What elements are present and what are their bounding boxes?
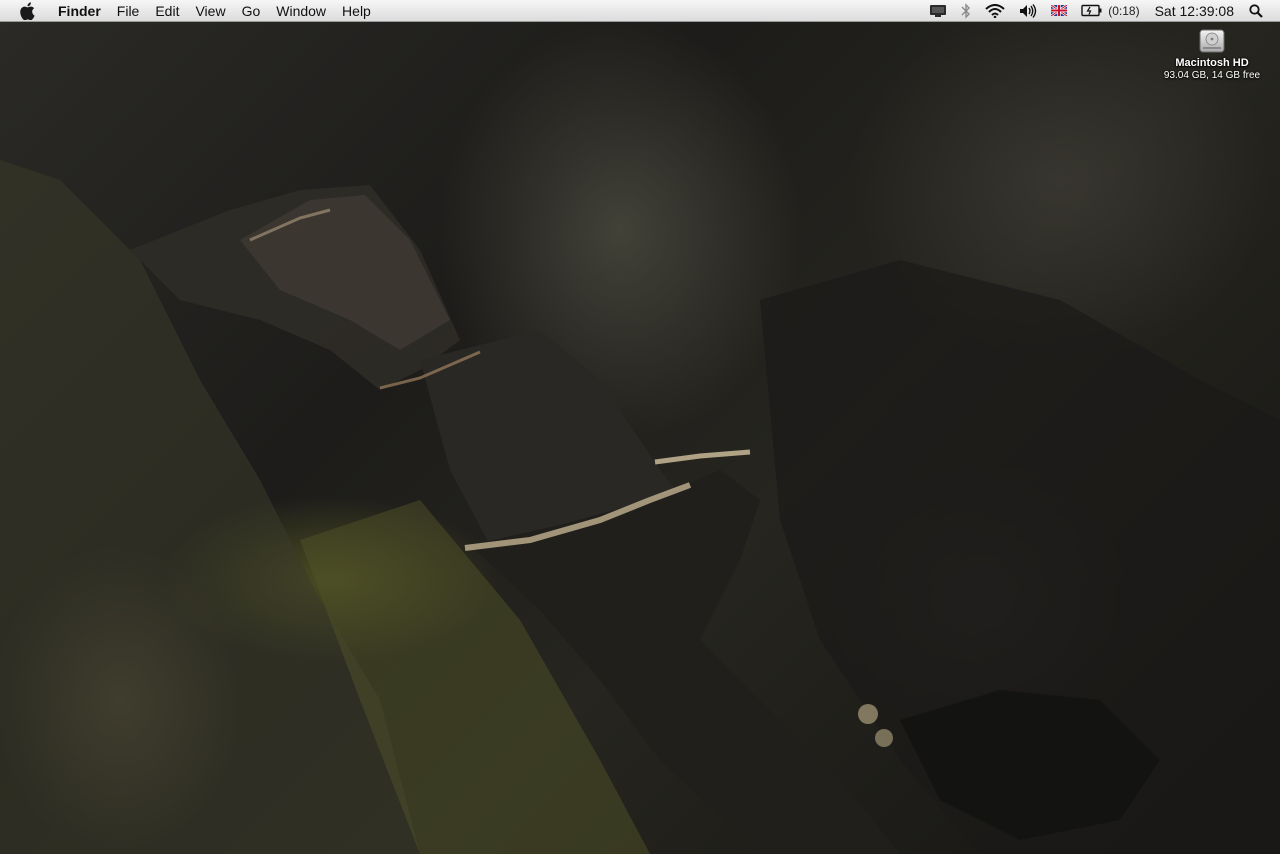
menu-file[interactable]: File [109, 0, 148, 22]
menu-window[interactable]: Window [268, 0, 334, 22]
hard-drive-icon [1197, 28, 1227, 54]
spotlight-icon[interactable] [1242, 0, 1270, 22]
menu-app-name[interactable]: Finder [50, 0, 109, 22]
volume-icon[interactable] [1012, 0, 1044, 22]
battery-icon[interactable]: (0:18) [1074, 0, 1146, 22]
menu-clock[interactable]: Sat 12:39:08 [1147, 3, 1242, 19]
desktop-drive-macintosh-hd[interactable]: Macintosh HD 93.04 GB, 14 GB free [1160, 28, 1264, 81]
menu-view[interactable]: View [187, 0, 233, 22]
menu-edit[interactable]: Edit [147, 0, 187, 22]
wifi-icon[interactable] [978, 0, 1012, 22]
menu-go[interactable]: Go [234, 0, 269, 22]
menu-help[interactable]: Help [334, 0, 379, 22]
wallpaper-rock-image [0, 160, 1280, 854]
battery-time: (0:18) [1108, 3, 1140, 18]
drive-info: 93.04 GB, 14 GB free [1163, 70, 1261, 81]
apple-icon[interactable] [18, 1, 36, 20]
desktop[interactable] [0, 0, 1280, 854]
status-area: (0:18) Sat 12:39:08 [922, 0, 1280, 22]
flag-uk-icon[interactable] [1044, 0, 1074, 22]
drive-name: Macintosh HD [1175, 57, 1249, 69]
display-icon[interactable] [922, 0, 954, 22]
bluetooth-icon[interactable] [954, 0, 978, 22]
menu-bar: Finder File Edit View Go Window Help (0:… [0, 0, 1280, 22]
